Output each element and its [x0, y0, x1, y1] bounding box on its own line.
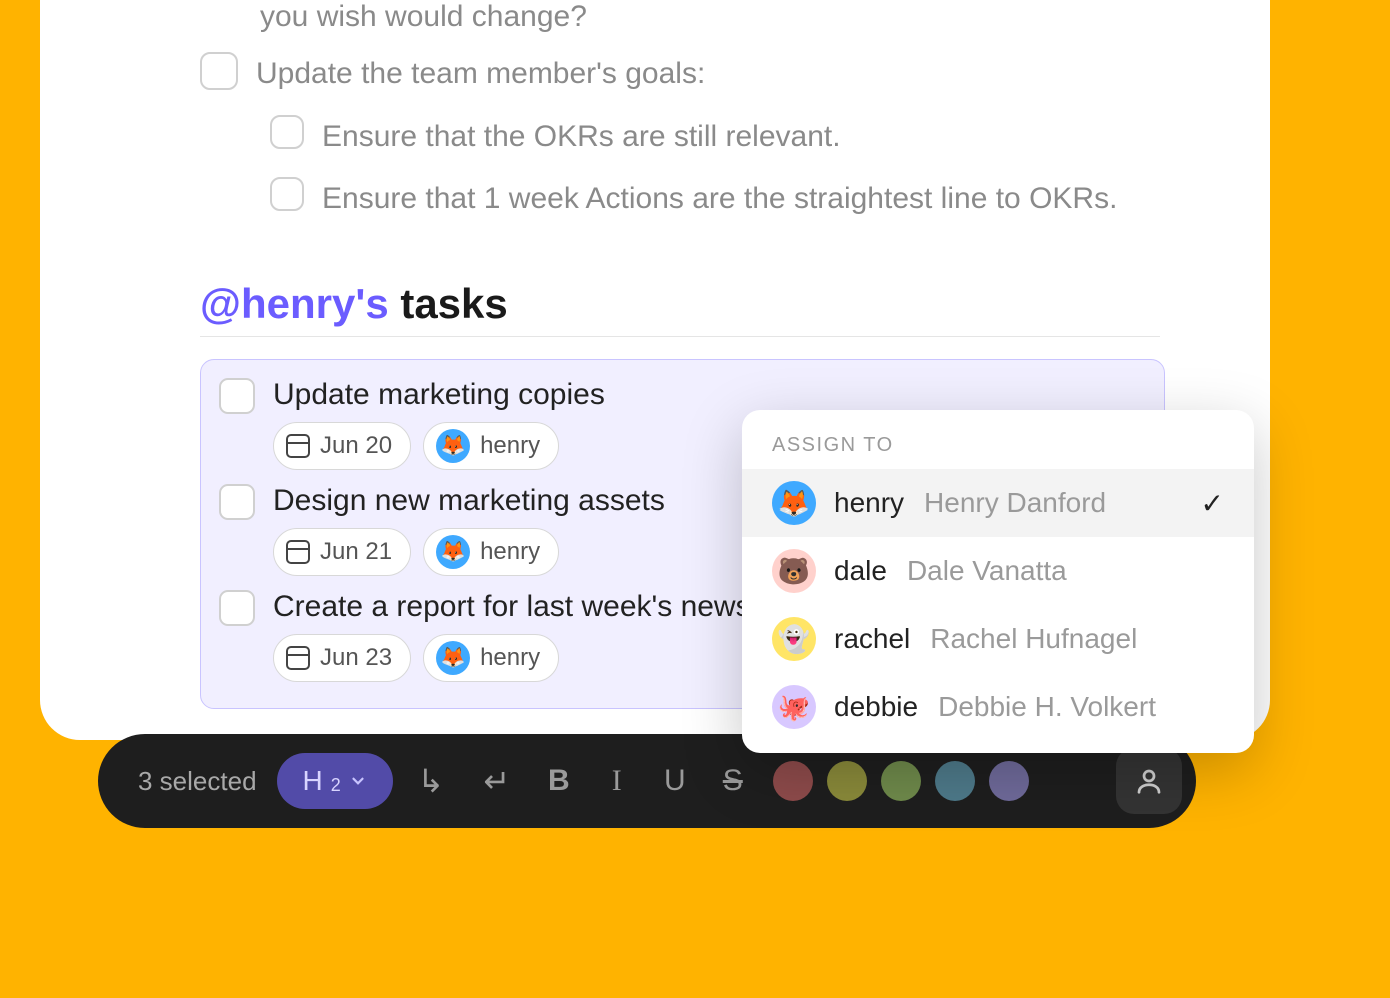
check-icon: ✓: [1201, 487, 1224, 520]
assignee-chip[interactable]: 🦊 henry: [423, 422, 559, 470]
color-swatch[interactable]: [827, 761, 867, 801]
task-checkbox[interactable]: [219, 378, 255, 414]
assign-option-username: dale: [834, 555, 887, 587]
checklist-item-label: Ensure that 1 week Actions are the strai…: [322, 177, 1117, 220]
section-heading-text: tasks: [389, 280, 508, 327]
color-swatch[interactable]: [881, 761, 921, 801]
heading-label: H: [303, 765, 323, 797]
assign-option-username: debbie: [834, 691, 918, 723]
assignee-chip[interactable]: 🦊 henry: [423, 528, 559, 576]
date-chip[interactable]: Jun 20: [273, 422, 411, 470]
avatar: 🐙: [772, 685, 816, 729]
calendar-icon: [286, 646, 310, 670]
avatar: 🦊: [436, 429, 470, 463]
date-chip-label: Jun 23: [320, 644, 392, 672]
outdent-button[interactable]: ↵: [469, 762, 525, 800]
section-heading: @henry's tasks: [200, 280, 1160, 337]
assign-button[interactable]: [1116, 748, 1182, 814]
color-swatch[interactable]: [773, 761, 813, 801]
avatar: 🐻: [772, 549, 816, 593]
assign-option-fullname: Debbie H. Volkert: [938, 691, 1156, 723]
selection-count: 3 selected: [138, 766, 257, 797]
task-checkbox[interactable]: [219, 590, 255, 626]
checkbox[interactable]: [200, 52, 238, 90]
assign-option-username: henry: [834, 487, 904, 519]
date-chip-label: Jun 21: [320, 538, 392, 566]
checklist-item: Ensure that the OKRs are still relevant.: [270, 115, 1270, 158]
assign-option-fullname: Rachel Hufnagel: [930, 623, 1137, 655]
task-title: Create a report for last week's newslett…: [273, 590, 817, 624]
date-chip-label: Jun 20: [320, 432, 392, 460]
assign-option-fullname: Dale Vanatta: [907, 555, 1067, 587]
checkbox[interactable]: [270, 115, 304, 149]
wrapped-text-line: you wish would change?: [260, 0, 1270, 34]
chevron-down-icon: [349, 772, 367, 790]
color-swatch[interactable]: [935, 761, 975, 801]
date-chip[interactable]: Jun 23: [273, 634, 411, 682]
date-chip[interactable]: Jun 21: [273, 528, 411, 576]
task-title: Update marketing copies: [273, 378, 605, 412]
bold-button[interactable]: B: [535, 764, 583, 798]
checklist-item-label: Ensure that the OKRs are still relevant.: [322, 115, 841, 158]
avatar: 👻: [772, 617, 816, 661]
assign-option[interactable]: 🦊 henry Henry Danford ✓: [742, 469, 1254, 537]
color-swatches: [773, 761, 1029, 801]
assign-option-username: rachel: [834, 623, 910, 655]
avatar: 🦊: [436, 641, 470, 675]
calendar-icon: [286, 434, 310, 458]
underline-button[interactable]: U: [651, 764, 699, 798]
assign-option[interactable]: 👻 rachel Rachel Hufnagel: [742, 605, 1254, 673]
avatar: 🦊: [772, 481, 816, 525]
assign-to-title: ASSIGN TO: [742, 430, 1254, 469]
assign-option[interactable]: 🐙 debbie Debbie H. Volkert: [742, 673, 1254, 741]
heading-picker[interactable]: H2: [277, 753, 393, 809]
task-checkbox[interactable]: [219, 484, 255, 520]
assignee-chip[interactable]: 🦊 henry: [423, 634, 559, 682]
assignee-chip-label: henry: [480, 538, 540, 566]
person-icon: [1134, 764, 1164, 798]
calendar-icon: [286, 540, 310, 564]
assign-option[interactable]: 🐻 dale Dale Vanatta: [742, 537, 1254, 605]
checkbox[interactable]: [270, 177, 304, 211]
avatar: 🦊: [436, 535, 470, 569]
checklist-item-label: Update the team member's goals:: [256, 52, 705, 95]
user-mention[interactable]: @henry's: [200, 280, 389, 327]
assign-to-popup: ASSIGN TO 🦊 henry Henry Danford ✓ 🐻 dale Dale …: [742, 410, 1254, 753]
strike-button[interactable]: S: [709, 764, 757, 798]
assignee-chip-label: henry: [480, 644, 540, 672]
checklist-item: Ensure that 1 week Actions are the strai…: [270, 177, 1270, 220]
assignee-chip-label: henry: [480, 432, 540, 460]
assign-option-fullname: Henry Danford: [924, 487, 1106, 519]
checklist-item: Update the team member's goals:: [200, 52, 1270, 95]
indent-button[interactable]: ↳: [403, 762, 459, 800]
color-swatch[interactable]: [989, 761, 1029, 801]
italic-button[interactable]: I: [593, 764, 641, 798]
heading-level: 2: [331, 775, 341, 796]
task-title: Design new marketing assets: [273, 484, 665, 518]
